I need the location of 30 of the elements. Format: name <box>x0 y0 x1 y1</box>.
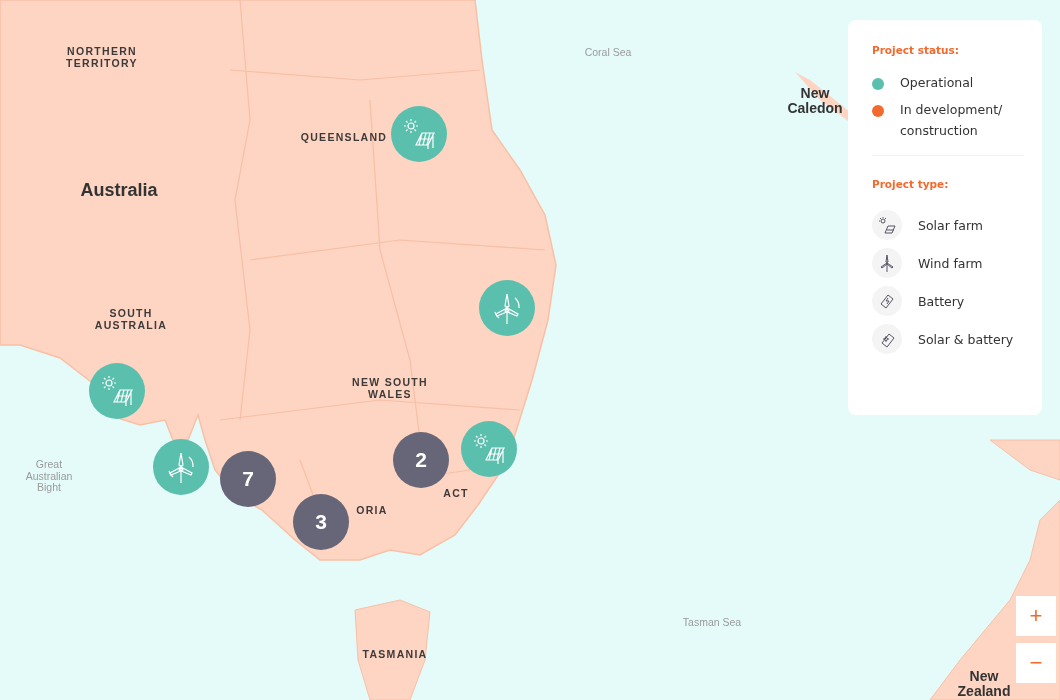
place-label: NEW SOUTH WALES <box>351 377 429 401</box>
legend-title: Project status: <box>872 44 960 56</box>
place-label: Great Australian Bight <box>24 458 74 494</box>
type-label: Solar farm <box>918 217 983 233</box>
place-label: Coral Sea <box>583 47 633 59</box>
type-label: Wind farm <box>918 255 983 271</box>
solar-panel-icon <box>402 117 436 151</box>
solar-icon <box>872 210 902 240</box>
status-label: In development/ construction <box>900 101 1004 140</box>
place-label: New Caledon <box>786 85 844 117</box>
solar-panel-icon <box>100 374 134 408</box>
battery-icon <box>872 286 902 316</box>
place-label: New Zealand <box>956 668 1012 700</box>
place-label: ACT <box>442 488 470 500</box>
zoom-out-button[interactable]: − <box>1016 643 1056 683</box>
place-label: SOUTH AUSTRALIA <box>93 308 169 332</box>
wind-icon <box>872 248 902 278</box>
place-label: Tasman Sea <box>681 617 743 629</box>
place-label: NORTHERN TERRITORY <box>65 46 139 70</box>
status-label: Operational <box>900 74 975 92</box>
place-label: TASMANIA <box>361 649 429 661</box>
place-label: Australia <box>79 181 159 201</box>
solar-battery-icon <box>872 324 902 354</box>
place-label: QUEENSLAND <box>299 132 389 144</box>
type-label: Solar & battery <box>918 331 1014 347</box>
zoom-in-button[interactable]: + <box>1016 596 1056 636</box>
place-label: ORIA <box>355 505 389 517</box>
type-label: Battery <box>918 293 965 309</box>
solar-panel-icon <box>472 432 506 466</box>
legend-title: Project type: <box>872 178 950 190</box>
